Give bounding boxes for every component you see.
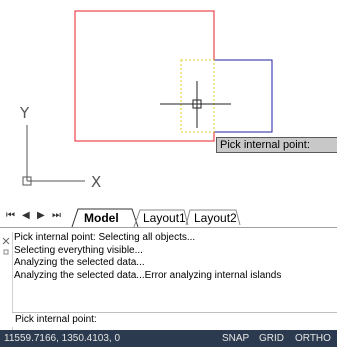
snap-toggle[interactable]: SNAP — [222, 330, 249, 347]
command-input[interactable]: Pick internal point: — [12, 312, 337, 327]
ucs-y-label: Y — [20, 104, 30, 122]
command-history-line: Analyzing the selected data...Error anal… — [14, 269, 282, 281]
layout-tab-bar: ⏮ ◀ ▶ ⏭ Model Layout1 Layout2 — [0, 207, 337, 228]
blue-boundary — [214, 59, 273, 133]
pick-point-tooltip: Pick internal point: — [216, 137, 337, 153]
command-history-line: Analyzing the selected data... — [14, 257, 145, 268]
command-window: Pick internal point: Selecting all objec… — [0, 232, 337, 330]
ucs-x-label: X — [91, 173, 102, 191]
drawing-graphics — [22, 10, 273, 186]
grid-toggle[interactable]: GRID — [259, 330, 284, 347]
close-icon[interactable] — [0, 232, 12, 262]
tab-layout1[interactable]: Layout1 — [143, 209, 186, 227]
status-bar: 11559.7166, 1350.4103, 0 SNAP GRID ORTHO — [0, 330, 337, 347]
drawing-canvas[interactable]: Y X Pick internal point: — [0, 0, 337, 207]
command-history-line: Pick internal point: Selecting all objec… — [14, 232, 196, 243]
coordinates-readout[interactable]: 11559.7166, 1350.4103, 0 — [4, 330, 120, 347]
command-history-line: Selecting everything visible... — [14, 244, 143, 256]
tab-layout2[interactable]: Layout2 — [194, 209, 237, 227]
ortho-toggle[interactable]: ORTHO — [295, 330, 331, 347]
red-boundary — [74, 10, 215, 142]
tab-model[interactable]: Model — [84, 209, 119, 227]
command-history: Pick internal point: Selecting all objec… — [14, 232, 281, 282]
